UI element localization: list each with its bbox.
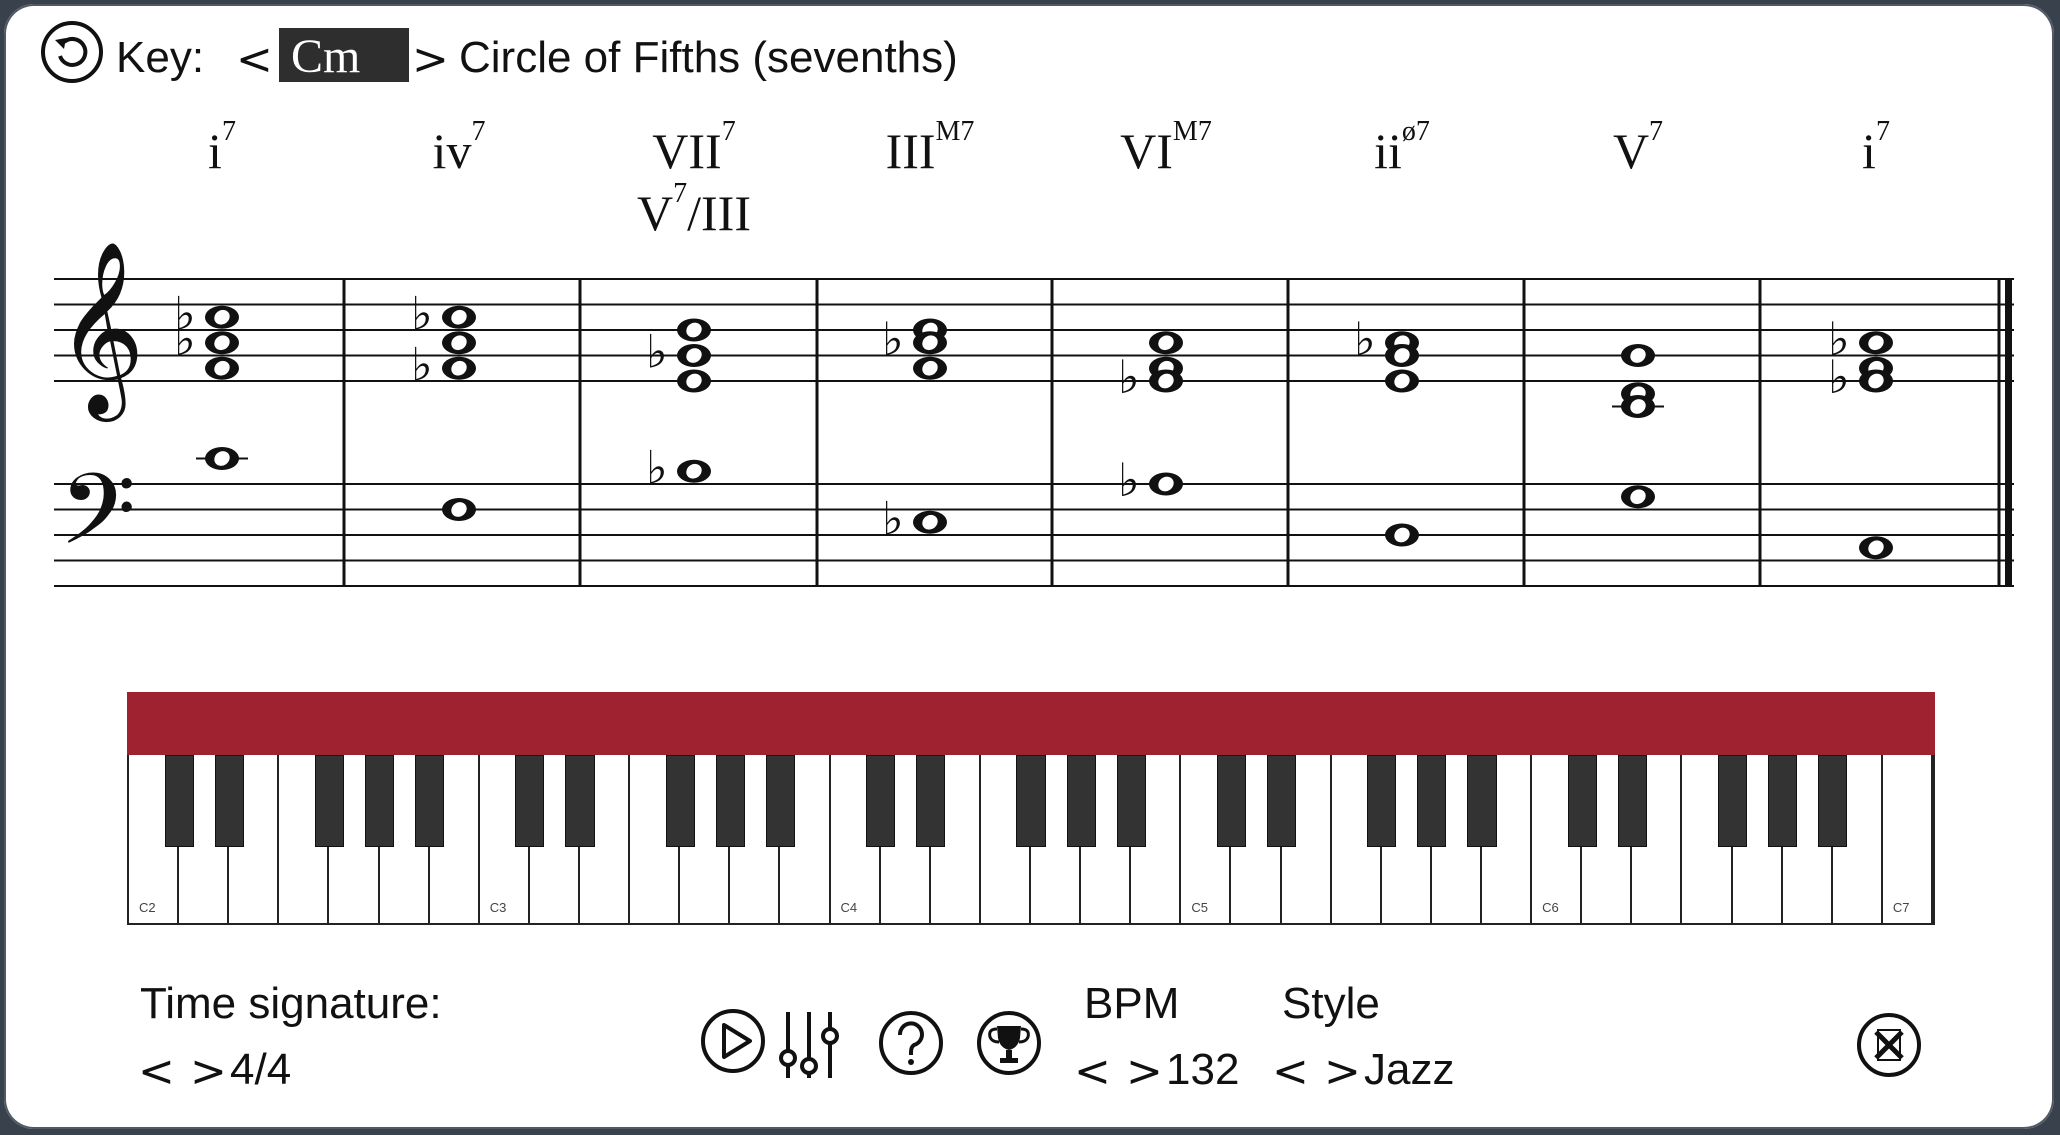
- time-next-arrow[interactable]: >: [190, 1046, 227, 1097]
- bass-clef-icon: 𝄢: [59, 453, 136, 592]
- treble-clef-icon: 𝄞: [56, 240, 145, 422]
- octave-label: C4: [840, 900, 858, 915]
- play-button[interactable]: [700, 1008, 766, 1074]
- piano-black-key[interactable]: [415, 755, 445, 847]
- piano-black-key[interactable]: [1617, 755, 1647, 847]
- piano-black-key[interactable]: [665, 755, 695, 847]
- piano-black-key[interactable]: [565, 755, 595, 847]
- piano-black-key[interactable]: [515, 755, 545, 847]
- octave-label: C6: [1542, 900, 1559, 915]
- flat-accidental: ♭: [411, 337, 433, 391]
- help-button[interactable]: [878, 1010, 944, 1076]
- flat-accidental: ♭: [1354, 312, 1376, 366]
- piano-black-key[interactable]: [1267, 755, 1297, 847]
- trophy-icon: [977, 1011, 1041, 1075]
- music-staff: 𝄞𝄢♭♭ ♭♭ ♭♭♭♭♭♭♭ ♭♭: [54, 240, 2014, 592]
- mixer-button[interactable]: [776, 1008, 842, 1082]
- piano-black-key[interactable]: [1417, 755, 1447, 847]
- piano-black-key[interactable]: [1216, 755, 1246, 847]
- octave-label: C3: [489, 900, 507, 915]
- piano-black-key[interactable]: [1367, 755, 1397, 847]
- style-label: Style: [1282, 979, 1380, 1028]
- flat-accidental: ♭: [1118, 350, 1140, 404]
- flat-accidental: ♭: [646, 325, 668, 379]
- final-barline: [2005, 279, 2012, 586]
- piano-black-key[interactable]: [1116, 755, 1146, 847]
- close-button[interactable]: [1856, 1012, 1922, 1078]
- time-prev-arrow[interactable]: <: [138, 1046, 175, 1097]
- piano-black-key[interactable]: [1818, 755, 1848, 847]
- piano-black-key[interactable]: [1718, 755, 1748, 847]
- flat-accidental: ♭: [882, 312, 904, 366]
- app-window: Key: < Cm > Circle of Fifths (sevenths) …: [4, 4, 2054, 1129]
- trophy-button[interactable]: [976, 1010, 1042, 1076]
- play-icon: [701, 1009, 765, 1073]
- piano-black-key[interactable]: [715, 755, 745, 847]
- help-icon: [879, 1011, 943, 1075]
- time-signature-label: Time signature:: [140, 979, 442, 1028]
- octave-label: C7: [1892, 900, 1910, 915]
- bpm-label: BPM: [1084, 979, 1180, 1028]
- piano-lid: [127, 692, 1935, 755]
- close-icon: [1857, 1013, 1921, 1077]
- bpm-next-arrow[interactable]: >: [1126, 1046, 1163, 1097]
- piano-black-key[interactable]: [866, 755, 896, 847]
- piano-black-key[interactable]: [1567, 755, 1597, 847]
- octave-label: C5: [1191, 900, 1208, 915]
- piano-black-key[interactable]: [365, 755, 395, 847]
- piano-black-key[interactable]: [1016, 755, 1046, 847]
- piano-black-key[interactable]: [164, 755, 194, 847]
- flat-accidental: ♭: [411, 286, 433, 340]
- piano-white-key[interactable]: C7: [1882, 755, 1933, 923]
- style-next-arrow[interactable]: >: [1324, 1046, 1361, 1097]
- piano-black-key[interactable]: [765, 755, 795, 847]
- style-prev-arrow[interactable]: <: [1272, 1046, 1309, 1097]
- flat-accidental: ♭: [1118, 453, 1140, 507]
- flat-accidental: ♭: [646, 440, 668, 494]
- piano-black-key[interactable]: [1467, 755, 1497, 847]
- piano-black-key[interactable]: [1066, 755, 1096, 847]
- flat-accidental: ♭: [882, 491, 904, 545]
- piano-black-key[interactable]: [1768, 755, 1798, 847]
- bpm-value: 132: [1166, 1045, 1240, 1094]
- time-signature-value: 4/4: [230, 1045, 292, 1094]
- flat-accidental: ♭: [1828, 350, 1850, 404]
- octave-label: C2: [139, 900, 156, 915]
- style-value: Jazz: [1364, 1045, 1455, 1094]
- piano-black-key[interactable]: [314, 755, 344, 847]
- piano-black-key[interactable]: [214, 755, 244, 847]
- mixer-icon: [779, 1012, 839, 1078]
- piano-black-key[interactable]: [916, 755, 946, 847]
- flat-accidental: ♭: [174, 312, 196, 366]
- piano-keyboard[interactable]: C2 C3 C4 C5 C6 C7: [127, 755, 1935, 925]
- bpm-prev-arrow[interactable]: <: [1074, 1046, 1111, 1097]
